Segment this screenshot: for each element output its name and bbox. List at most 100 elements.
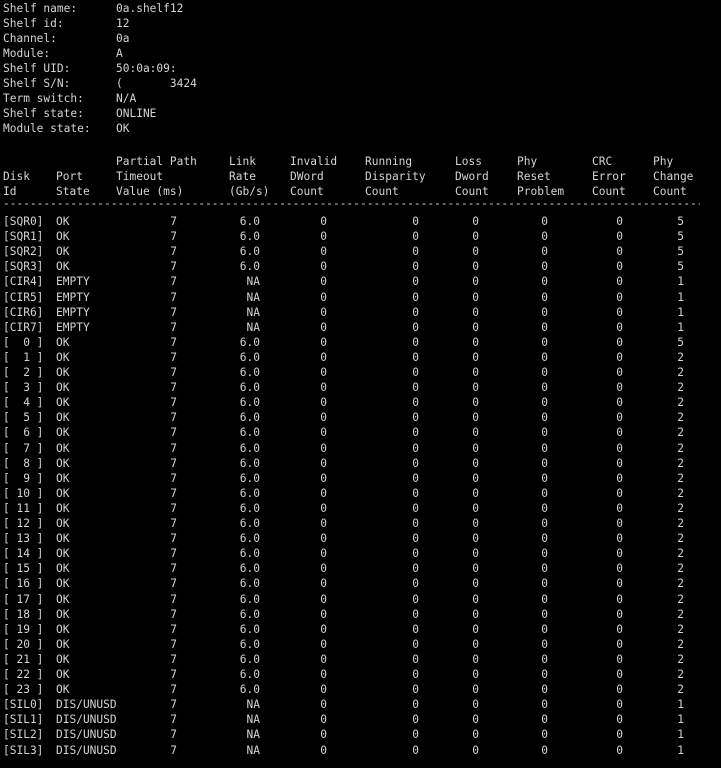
cell-disk-id: [ 12 ]	[3, 517, 44, 530]
cell-disk-id: [ 1 ]	[3, 350, 44, 364]
cell-disk-id: [ 13 ]	[3, 532, 44, 546]
cell-loss-dword-count: 0	[472, 743, 479, 757]
cell-loss-dword-count: 0	[472, 441, 479, 455]
column-header-invalid-dword-count: Invalid	[290, 155, 338, 168]
column-header-disk-id: Disk	[3, 170, 30, 184]
terminal-window: Shelf name: 0a.shelf12 Shelf id: 12 Channel:…	[0, 0, 721, 768]
cell-phy-reset-problem: 0	[541, 486, 548, 500]
table-row: [CIR7] EMPTY 7 NA 0 0 0 0 0 1	[0, 320, 721, 335]
info-value: 0a.shelf12	[116, 2, 184, 15]
cell-running-disparity-count: 0	[412, 411, 419, 425]
cell-link-rate: NA	[246, 728, 260, 742]
cell-link-rate: 6.0	[239, 441, 260, 455]
column-header-phy-reset-problem: Problem	[517, 185, 565, 199]
cell-disk-id: [CIR7]	[3, 320, 44, 334]
cell-running-disparity-count: 0	[412, 577, 419, 591]
cell-port-state: OK	[56, 592, 70, 606]
cell-disk-id: [ 10 ]	[3, 486, 44, 500]
cell-link-rate: 6.0	[239, 501, 260, 515]
cell-disk-id: [ 8 ]	[3, 456, 44, 470]
cell-port-state: EMPTY	[56, 305, 90, 319]
table-row: [SQR1] OK 7 6.0 0 0 0 0 0 5	[0, 229, 721, 244]
info-label: Module state:	[3, 122, 91, 136]
cell-phy-reset-problem: 0	[541, 652, 548, 666]
table-row: [CIR5] EMPTY 7 NA 0 0 0 0 0 1	[0, 290, 721, 305]
cell-loss-dword-count: 0	[472, 517, 479, 530]
cell-disk-id: [ 17 ]	[3, 592, 44, 606]
cell-loss-dword-count: 0	[472, 366, 479, 379]
cell-crc-error-count: 0	[616, 275, 623, 289]
cell-invalid-dword-count: 0	[320, 652, 327, 666]
cell-running-disparity-count: 0	[412, 517, 419, 530]
cell-disk-id: [ 21 ]	[3, 652, 44, 666]
cell-running-disparity-count: 0	[412, 381, 419, 395]
cell-partial-path-timeout: 7	[170, 592, 177, 606]
cell-port-state: OK	[56, 215, 70, 228]
cell-link-rate: 6.0	[239, 577, 260, 591]
cell-partial-path-timeout: 7	[170, 396, 177, 410]
cell-loss-dword-count: 0	[472, 350, 479, 364]
cell-phy-change-count: 2	[677, 486, 684, 500]
cell-invalid-dword-count: 0	[320, 486, 327, 500]
cell-partial-path-timeout: 7	[170, 260, 177, 274]
cell-invalid-dword-count: 0	[320, 366, 327, 379]
column-header-partial-path-timeout: Value (ms)	[116, 185, 184, 199]
cell-invalid-dword-count: 0	[320, 622, 327, 636]
cell-link-rate: NA	[246, 713, 260, 727]
cell-invalid-dword-count: 0	[320, 245, 327, 259]
cell-crc-error-count: 0	[616, 426, 623, 440]
cell-partial-path-timeout: 7	[170, 230, 177, 244]
cell-partial-path-timeout: 7	[170, 366, 177, 379]
cell-crc-error-count: 0	[616, 441, 623, 455]
cell-loss-dword-count: 0	[472, 592, 479, 606]
cell-port-state: OK	[56, 335, 70, 349]
cell-phy-reset-problem: 0	[541, 532, 548, 546]
cell-loss-dword-count: 0	[472, 486, 479, 500]
cell-running-disparity-count: 0	[412, 320, 419, 334]
cell-running-disparity-count: 0	[412, 562, 419, 576]
cell-phy-change-count: 2	[677, 381, 684, 395]
cell-partial-path-timeout: 7	[170, 441, 177, 455]
cell-link-rate: NA	[246, 290, 260, 304]
table-row: [ 9 ] OK 7 6.0 0 0 0 0 0 2	[0, 471, 721, 486]
cell-crc-error-count: 0	[616, 517, 623, 530]
column-header-crc-error-count: Error	[592, 170, 626, 184]
cell-port-state: OK	[56, 501, 70, 515]
cell-partial-path-timeout: 7	[170, 350, 177, 364]
cell-partial-path-timeout: 7	[170, 562, 177, 576]
cell-crc-error-count: 0	[616, 607, 623, 621]
cell-phy-reset-problem: 0	[541, 230, 548, 244]
cell-running-disparity-count: 0	[412, 426, 419, 440]
cell-phy-change-count: 2	[677, 622, 684, 636]
cell-phy-reset-problem: 0	[541, 260, 548, 274]
cell-port-state: OK	[56, 652, 70, 666]
cell-link-rate: 6.0	[239, 396, 260, 410]
cell-loss-dword-count: 0	[472, 668, 479, 681]
cell-invalid-dword-count: 0	[320, 305, 327, 319]
cell-running-disparity-count: 0	[412, 215, 419, 228]
cell-loss-dword-count: 0	[472, 728, 479, 742]
cell-port-state: EMPTY	[56, 290, 90, 304]
cell-invalid-dword-count: 0	[320, 350, 327, 364]
cell-phy-change-count: 2	[677, 577, 684, 591]
cell-phy-reset-problem: 0	[541, 471, 548, 485]
info-label: Shelf name:	[3, 2, 78, 15]
cell-loss-dword-count: 0	[472, 411, 479, 425]
table-row: [SIL0] DIS/UNUSD 7 NA 0 0 0 0 0 1	[0, 697, 721, 712]
cell-phy-change-count: 2	[677, 668, 684, 681]
cell-running-disparity-count: 0	[412, 305, 419, 319]
cell-crc-error-count: 0	[616, 245, 623, 259]
cell-running-disparity-count: 0	[412, 622, 419, 636]
cell-port-state: OK	[56, 366, 70, 379]
cell-phy-change-count: 2	[677, 637, 684, 651]
cell-partial-path-timeout: 7	[170, 381, 177, 395]
cell-phy-change-count: 2	[677, 426, 684, 440]
cell-phy-reset-problem: 0	[541, 320, 548, 334]
cell-partial-path-timeout: 7	[170, 426, 177, 440]
cell-loss-dword-count: 0	[472, 381, 479, 395]
cell-phy-change-count: 1	[677, 713, 684, 727]
cell-port-state: OK	[56, 486, 70, 500]
cell-phy-change-count: 2	[677, 411, 684, 425]
table-row: [ 18 ] OK 7 6.0 0 0 0 0 0 2	[0, 607, 721, 622]
cell-crc-error-count: 0	[616, 728, 623, 742]
